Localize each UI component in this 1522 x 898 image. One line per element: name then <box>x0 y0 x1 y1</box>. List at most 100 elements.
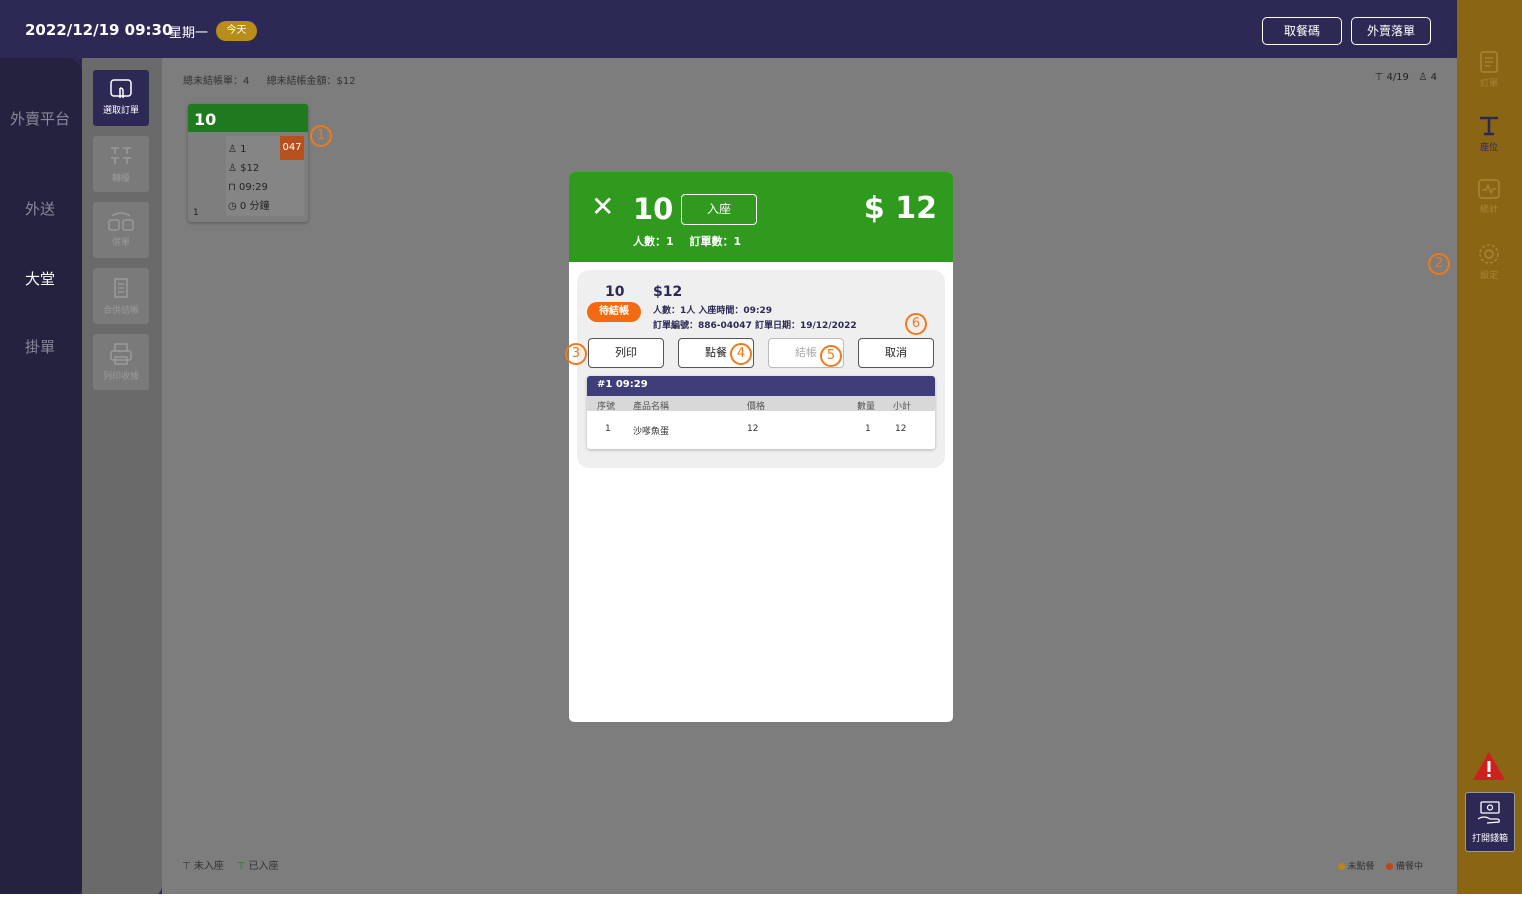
row-qty: 1 <box>865 424 871 434</box>
bottom-strip <box>0 894 1522 898</box>
preparing-dot <box>1385 863 1393 870</box>
modal-table-number: 10 <box>633 192 674 226</box>
order-tag: 047 <box>280 136 304 160</box>
merge-order-button[interactable]: 併單 <box>93 202 149 258</box>
order-amount: $12 <box>653 284 683 300</box>
person-icon: ♙ <box>1418 72 1428 83</box>
modal-order-count: 訂單數：1 <box>689 235 742 248</box>
warning-icon[interactable] <box>1471 750 1507 782</box>
nav-item-hold-orders[interactable]: 掛單 <box>25 336 89 357</box>
table-card[interactable]: 10 047 ♙ 1 ♙ $12 ⊓ 09:29 ◷ 0 分鐘 1 <box>188 104 308 222</box>
pickup-code-button[interactable]: 取餐碼 <box>1262 17 1342 45</box>
order-panel: 10 待結帳 $12 人數：1人 入座時間：09:29 訂單編號：886-040… <box>577 270 945 468</box>
order-table-number: 10 <box>605 284 625 300</box>
table-order-modal: ✕ 10 入座 $ 12 人數：1 訂單數：1 10 待結帳 $12 人數：1人… <box>569 172 953 722</box>
table-people: 1 <box>240 144 247 155</box>
combined-checkout-button[interactable]: 合併結帳 <box>93 268 149 324</box>
not-ordered-dot <box>1337 863 1345 870</box>
select-order-label: 選取訂單 <box>102 106 139 116</box>
order-items-table: #1 09:29 序號 產品名稱 價格 數量 小計 1 沙嗲魚蛋 12 1 12 <box>587 376 935 449</box>
floor-summary: 總未結帳單：4 總未結帳金額：$12 <box>183 72 370 87</box>
modal-total: $ 12 <box>863 191 937 226</box>
close-icon[interactable]: ✕ <box>591 190 614 223</box>
modal-header: ✕ 10 入座 $ 12 人數：1 訂單數：1 <box>569 172 953 262</box>
swap-icon <box>111 147 131 164</box>
gear-icon <box>1479 244 1499 264</box>
modal-subinfo: 人數：1 訂單數：1 <box>633 233 753 249</box>
legend-unseated: 未入座 <box>193 861 224 872</box>
marker-3: 3 <box>565 343 587 365</box>
status-legend: 未點餐 備餐中 <box>1337 859 1423 872</box>
print-receipt-button[interactable]: 列印收據 <box>93 334 149 390</box>
print-receipt-label: 列印收據 <box>102 372 139 382</box>
right-nav: 訂單 座位 統計 設定 打開錢箱 <box>1457 0 1522 898</box>
table-duration: 0 分鐘 <box>239 201 270 212</box>
order-info-line1: 人數：1人 入座時間：09:29 <box>653 306 773 316</box>
printer-icon <box>110 343 132 365</box>
table-footer: 1 <box>193 208 199 218</box>
seat-button[interactable]: 入座 <box>681 194 757 225</box>
unpaid-amount: 總未結帳金額：$12 <box>266 76 356 87</box>
table-count: 4/19 <box>1386 72 1409 83</box>
row-price: 12 <box>747 424 759 434</box>
combined-checkout-label: 合併結帳 <box>102 306 139 316</box>
chart-icon <box>1478 179 1500 199</box>
open-cashbox-button[interactable]: 打開錢箱 <box>1465 792 1515 852</box>
unpaid-orders-count: 總未結帳單：4 <box>183 76 250 87</box>
seat-icon: ⊓ <box>228 182 236 193</box>
seated-icon: ⊤ <box>236 861 246 872</box>
tool-column: 選取訂單 轉檯 併單 合併結帳 列印收據 <box>82 58 162 896</box>
select-order-button[interactable]: 選取訂單 <box>93 70 149 126</box>
open-cashbox-label: 打開錢箱 <box>1471 834 1508 844</box>
merge-order-label: 併單 <box>111 238 130 248</box>
document-icon <box>1480 51 1498 73</box>
status-badge: 待結帳 <box>587 302 641 322</box>
items-columns: 序號 產品名稱 價格 數量 小計 <box>587 396 935 412</box>
occupancy-counts: ⊤ 4/19 ♙ 4 <box>1375 72 1437 83</box>
top-bar: 2022/12/19 09:30 星期一 今天 取餐碼 外賣落單 <box>0 0 1457 58</box>
nav-orders[interactable]: 訂單 <box>1469 50 1509 89</box>
marker-5: 5 <box>820 345 842 367</box>
modal-people: 人數：1 <box>633 235 674 248</box>
transfer-table-label: 轉檯 <box>111 174 130 184</box>
nav-settings[interactable]: 設定 <box>1469 242 1509 281</box>
cancel-button[interactable]: 取消 <box>858 338 934 368</box>
nav-item-delivery-platform[interactable]: 外賣平台 <box>10 108 74 129</box>
unseated-icon: ⊤ <box>182 861 191 872</box>
touch-icon <box>110 79 132 98</box>
batch-header: #1 09:29 <box>587 376 935 396</box>
table-time: 09:29 <box>239 182 268 193</box>
left-nav: 外賣平台 外送 大堂 掛單 <box>0 58 82 896</box>
transfer-table-button[interactable]: 轉檯 <box>93 136 149 192</box>
nav-statistics[interactable]: 統計 <box>1469 178 1509 215</box>
table-icon <box>1480 116 1498 136</box>
nav-orders-label: 訂單 <box>1479 79 1498 89</box>
weekday: 星期一 <box>169 26 209 41</box>
table-icon: ⊤ <box>1374 72 1384 83</box>
marker-1: 1 <box>310 125 332 147</box>
row-name: 沙嗲魚蛋 <box>633 427 670 437</box>
legend-seated: 已入座 <box>248 861 279 872</box>
print-button[interactable]: 列印 <box>588 338 664 368</box>
seat-legend: ⊤ 未入座 ⊤ 已入座 <box>182 857 279 872</box>
marker-4: 4 <box>730 343 752 365</box>
nav-seats-label: 座位 <box>1479 143 1498 153</box>
table-amount: $12 <box>240 163 260 174</box>
person-icon: ♙ <box>228 144 237 155</box>
nav-item-delivery[interactable]: 外送 <box>25 198 89 219</box>
nav-settings-label: 設定 <box>1479 271 1498 281</box>
nav-item-dine-in[interactable]: 大堂 <box>25 268 89 289</box>
table-row[interactable]: 1 沙嗲魚蛋 12 1 12 <box>587 411 935 447</box>
today-badge[interactable]: 今天 <box>216 21 257 41</box>
receipt-icon <box>114 278 128 298</box>
current-datetime: 2022/12/19 09:30 <box>25 21 173 39</box>
row-subtotal: 12 <box>895 424 907 434</box>
order-info-line2: 訂單編號：886-04047 訂單日期：19/12/2022 <box>653 321 857 331</box>
takeout-order-button[interactable]: 外賣落單 <box>1351 17 1431 45</box>
marker-2: 2 <box>1428 253 1450 275</box>
nav-statistics-label: 統計 <box>1479 205 1498 215</box>
money-icon: ♙ <box>228 163 237 174</box>
merge-icon <box>108 212 134 231</box>
nav-seats[interactable]: 座位 <box>1469 114 1509 153</box>
legend-not-ordered: 未點餐 <box>1347 862 1375 872</box>
